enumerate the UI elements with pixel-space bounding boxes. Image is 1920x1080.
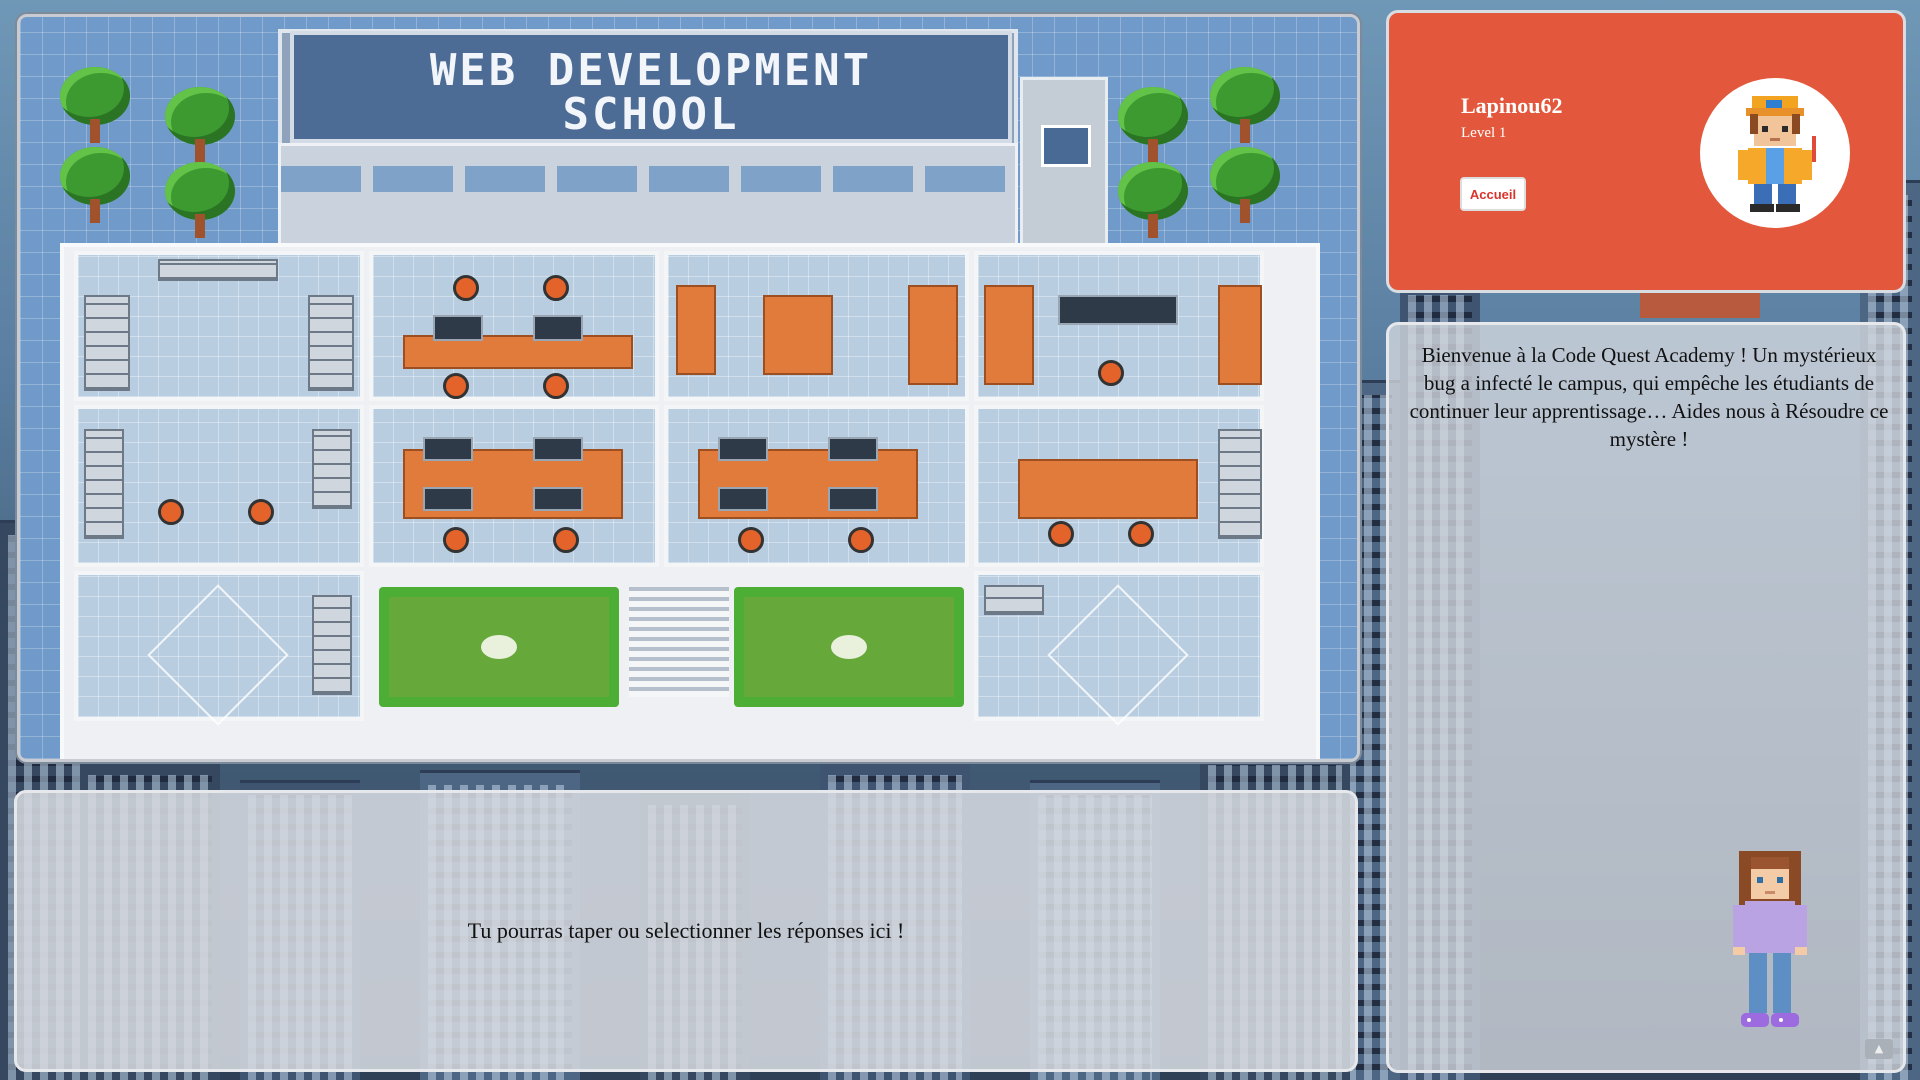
- answer-hint: Tu pourras taper ou selectionner les rép…: [467, 918, 905, 943]
- pixel-boy-avatar-icon: [1700, 78, 1850, 228]
- answer-panel[interactable]: Tu pourras taper ou selectionner les rép…: [14, 790, 1358, 1072]
- school-sign-line2: SCHOOL: [562, 89, 740, 140]
- tree-icon: [1118, 162, 1188, 240]
- school-floor-plan: [60, 243, 1320, 759]
- school-sign-line1: WEB DEVELOPMENT: [429, 45, 873, 96]
- school-facade: [278, 143, 1018, 248]
- room: [74, 571, 364, 726]
- school-side-tower: [1020, 77, 1108, 247]
- room: [664, 405, 969, 567]
- tree-icon: [60, 67, 130, 145]
- room: [369, 251, 659, 401]
- room: [664, 251, 969, 401]
- story-text: Bienvenue à la Code Quest Academy ! Un m…: [1409, 343, 1889, 451]
- resize-corner-icon: ▲: [1865, 1039, 1893, 1059]
- tree-icon: [60, 147, 130, 225]
- tree-icon: [165, 87, 235, 165]
- lawn: [734, 587, 964, 707]
- tree-icon: [1118, 87, 1188, 165]
- school-sign: WEB DEVELOPMENT SCHOOL: [290, 31, 1012, 143]
- tree-icon: [165, 162, 235, 240]
- home-button[interactable]: Accueil: [1460, 177, 1526, 211]
- profile-level: Level 1: [1461, 125, 1507, 141]
- story-panel: Bienvenue à la Code Quest Academy ! Un m…: [1386, 322, 1906, 1073]
- room: [974, 251, 1264, 401]
- tree-icon: [1210, 147, 1280, 225]
- room: [974, 571, 1264, 726]
- room: [369, 405, 659, 567]
- lawn: [379, 587, 619, 707]
- pixel-girl-character-icon: [1725, 845, 1815, 1045]
- room: [74, 251, 364, 401]
- school-map: WEB DEVELOPMENT SCHOOL: [17, 14, 1360, 762]
- room: [74, 405, 364, 567]
- stairs: [629, 587, 729, 697]
- school-logo-icon: [1041, 125, 1091, 167]
- profile-card: Lapinou62 Level 1 Accueil: [1386, 10, 1906, 293]
- tree-icon: [1210, 67, 1280, 145]
- room: [974, 405, 1264, 567]
- profile-username: Lapinou62: [1461, 93, 1563, 118]
